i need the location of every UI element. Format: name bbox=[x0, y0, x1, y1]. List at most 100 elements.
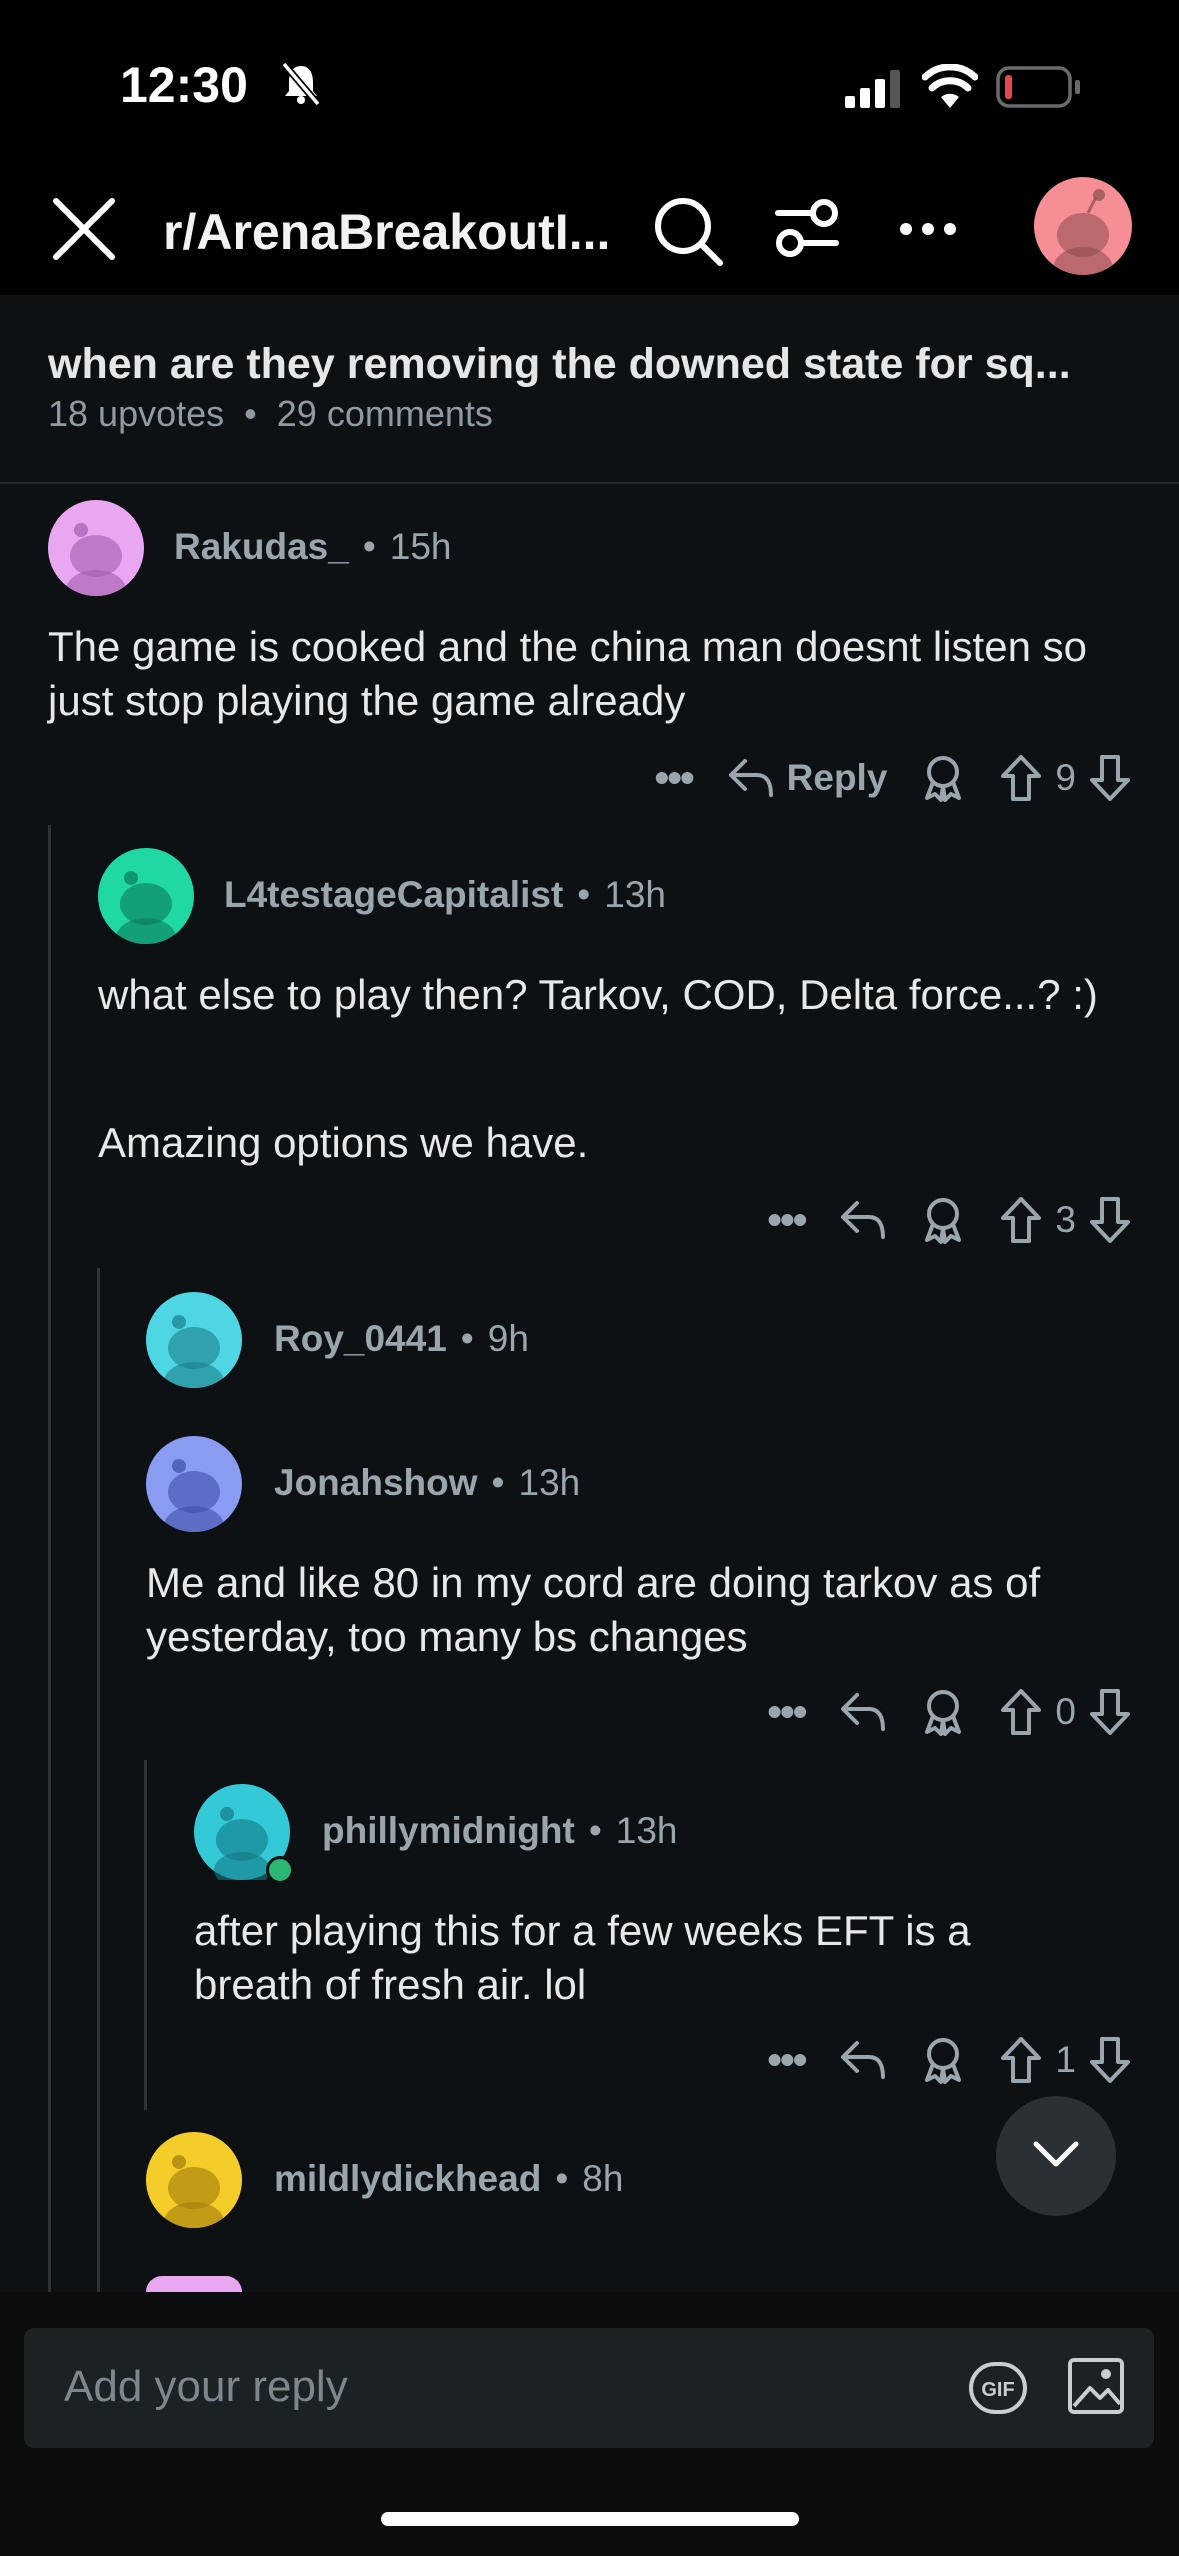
comment-avatar[interactable] bbox=[146, 1292, 242, 1388]
thread-line bbox=[144, 1760, 147, 2110]
comment-actions: ••• Reply 9 bbox=[520, 748, 1132, 808]
post-title[interactable]: when are they removing the downed state … bbox=[48, 340, 1138, 389]
wifi-icon bbox=[922, 64, 978, 108]
vote-count: 9 bbox=[1055, 757, 1076, 798]
upvote-icon[interactable] bbox=[999, 1196, 1043, 1244]
post-meta: 18 upvotes • 29 comments bbox=[48, 393, 493, 435]
downvote-icon[interactable] bbox=[1088, 2036, 1132, 2084]
comment-age: 9h bbox=[487, 1318, 529, 1359]
comment-age: 13h bbox=[604, 874, 666, 915]
username[interactable]: Rakudas_ bbox=[174, 526, 349, 567]
award-icon[interactable] bbox=[921, 1196, 965, 1244]
award-icon[interactable] bbox=[921, 2036, 965, 2084]
comment-age: 13h bbox=[518, 1462, 581, 1503]
upvote-icon[interactable] bbox=[999, 1688, 1043, 1736]
reply-input[interactable]: Add your reply bbox=[64, 2362, 348, 2412]
comment-avatar[interactable] bbox=[98, 848, 194, 944]
close-icon[interactable] bbox=[52, 197, 116, 261]
more-icon[interactable]: ••• bbox=[655, 754, 695, 802]
comment-body: Amazing options we have. bbox=[98, 1119, 589, 1166]
snoo-avatar-icon bbox=[146, 1292, 242, 1388]
upvote-icon[interactable] bbox=[999, 754, 1043, 802]
cellular-signal-icon bbox=[845, 70, 900, 108]
vote-control: 1 bbox=[999, 2036, 1132, 2084]
chevron-down-icon bbox=[1033, 2141, 1079, 2167]
bell-slash-icon bbox=[281, 61, 321, 106]
more-icon[interactable]: ••• bbox=[767, 2036, 807, 2084]
comment-meta: Roy_0441 • 9h bbox=[274, 1318, 529, 1360]
comment-meta: Jonahshow • 13h bbox=[274, 1462, 580, 1504]
more-icon[interactable]: ••• bbox=[767, 1688, 807, 1736]
username[interactable]: mildlydickhead bbox=[274, 2158, 541, 2199]
username[interactable]: L4testageCapitalist bbox=[224, 874, 563, 915]
username[interactable]: Roy_0441 bbox=[274, 1318, 447, 1359]
top-bar: r/ArenaBreakoutI... bbox=[0, 175, 1179, 295]
comment-meta: mildlydickhead • 8h bbox=[274, 2158, 623, 2200]
comment-body: after playing this for a few weeks EFT i… bbox=[194, 1907, 971, 2008]
meta-dot: • bbox=[491, 1462, 505, 1503]
more-icon[interactable]: ••• bbox=[767, 1196, 807, 1244]
reply-icon[interactable] bbox=[839, 1691, 887, 1733]
reply-icon[interactable] bbox=[839, 2039, 887, 2081]
snoo-avatar-icon bbox=[146, 1436, 242, 1532]
image-icon[interactable] bbox=[1066, 2356, 1126, 2416]
status-time: 12:30 bbox=[120, 57, 248, 113]
comment-meta: L4testageCapitalist • 13h bbox=[224, 874, 666, 916]
award-icon[interactable] bbox=[921, 1688, 965, 1736]
subreddit-title[interactable]: r/ArenaBreakoutI... bbox=[163, 203, 633, 261]
comment-meta: phillymidnight • 13h bbox=[322, 1810, 678, 1852]
comment-body: what else to play then? Tarkov, COD, Del… bbox=[98, 971, 1098, 1018]
svg-text:GIF: GIF bbox=[981, 2379, 1014, 2401]
snoo-avatar-icon bbox=[1053, 189, 1113, 275]
online-indicator bbox=[266, 1856, 294, 1884]
thread-line bbox=[97, 1268, 100, 2295]
vote-control: 9 bbox=[999, 754, 1132, 802]
downvote-icon[interactable] bbox=[1088, 1688, 1132, 1736]
comment-age: 13h bbox=[615, 1810, 678, 1851]
comment-avatar[interactable] bbox=[146, 2276, 242, 2292]
comment-actions: ••• 3 bbox=[620, 1190, 1132, 1250]
search-icon[interactable] bbox=[652, 195, 724, 267]
divider bbox=[0, 482, 1179, 484]
reply-label: Reply bbox=[786, 757, 888, 798]
upvote-count: 18 upvotes bbox=[48, 393, 225, 434]
comment-body: The game is cooked and the china man doe… bbox=[48, 623, 1087, 724]
thread-line bbox=[48, 825, 51, 2295]
reply-icon[interactable] bbox=[839, 1199, 887, 1241]
vote-control: 0 bbox=[999, 1688, 1132, 1736]
comment-age: 15h bbox=[389, 526, 452, 567]
meta-dot: • bbox=[577, 874, 591, 915]
comment-avatar[interactable] bbox=[48, 500, 144, 596]
comment-age: 8h bbox=[582, 2158, 624, 2199]
comment-actions: ••• 1 bbox=[620, 2030, 1132, 2090]
snoo-avatar-icon bbox=[48, 500, 144, 596]
reply-composer[interactable]: Add your reply GIF bbox=[24, 2328, 1154, 2448]
comment-count: 29 comments bbox=[276, 393, 493, 434]
comment-avatar[interactable] bbox=[194, 1784, 294, 1888]
gif-icon[interactable]: GIF bbox=[968, 2358, 1028, 2418]
scroll-down-button[interactable] bbox=[996, 2096, 1116, 2216]
filter-icon[interactable] bbox=[772, 197, 842, 261]
upvote-icon[interactable] bbox=[999, 2036, 1043, 2084]
comment-avatar[interactable] bbox=[146, 2132, 242, 2228]
snoo-avatar-icon bbox=[98, 848, 194, 944]
comment-actions: ••• 0 bbox=[620, 1682, 1132, 1742]
battery-icon bbox=[996, 66, 1080, 108]
vote-count: 1 bbox=[1055, 2039, 1076, 2080]
meta-dot: • bbox=[555, 2158, 569, 2199]
comment-avatar[interactable] bbox=[146, 1436, 242, 1532]
user-avatar[interactable] bbox=[1034, 177, 1132, 275]
reply-icon bbox=[728, 759, 773, 797]
snoo-avatar-icon bbox=[146, 2132, 242, 2228]
comment-body: Me and like 80 in my cord are doing tark… bbox=[146, 1559, 1041, 1660]
more-icon[interactable] bbox=[898, 221, 958, 237]
award-icon[interactable] bbox=[921, 754, 965, 802]
downvote-icon[interactable] bbox=[1088, 754, 1132, 802]
vote-count: 0 bbox=[1055, 1691, 1076, 1732]
downvote-icon[interactable] bbox=[1088, 1196, 1132, 1244]
status-bar: 12:30 bbox=[0, 0, 1179, 175]
username[interactable]: phillymidnight bbox=[322, 1810, 575, 1851]
reply-button[interactable]: Reply bbox=[727, 757, 888, 799]
meta-separator: • bbox=[244, 393, 257, 434]
username[interactable]: Jonahshow bbox=[274, 1462, 478, 1503]
